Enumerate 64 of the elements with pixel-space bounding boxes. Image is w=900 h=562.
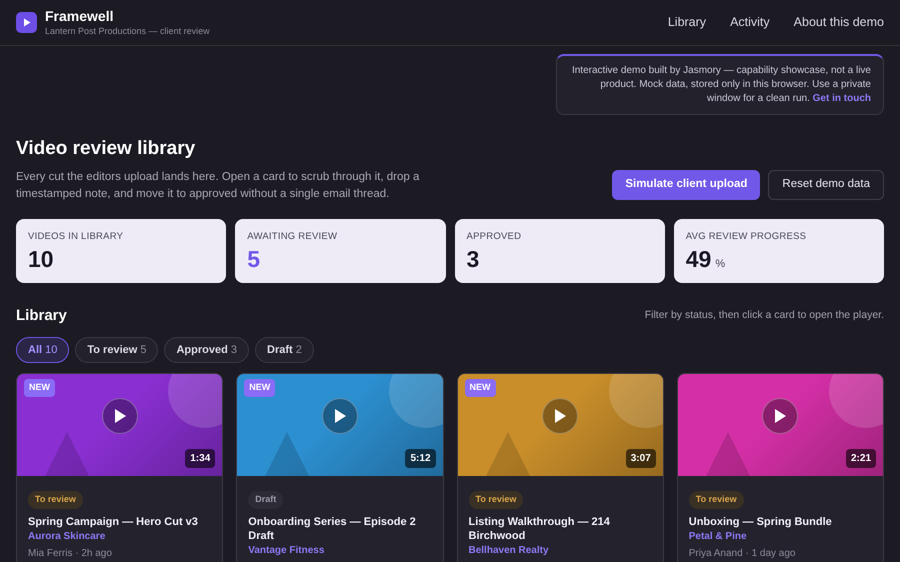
stat-label: AVG REVIEW PROGRESS xyxy=(686,230,808,244)
play-button[interactable] xyxy=(762,398,798,434)
nav-link[interactable]: Library xyxy=(668,13,706,32)
duration-label: 2:21 xyxy=(846,449,876,468)
play-logo-icon xyxy=(16,12,37,33)
uploader-meta: Priya Anand · 1 day ago xyxy=(688,547,796,560)
client-name: Aurora Skincare xyxy=(28,530,106,544)
new-badge: NEW xyxy=(464,379,496,397)
app-name: Framewell xyxy=(45,8,114,26)
client-name: Bellhaven Realty xyxy=(468,544,550,558)
status-badge: To review xyxy=(468,491,524,509)
triangle-shape xyxy=(265,432,310,476)
triangle-shape xyxy=(706,432,750,476)
stat-value: 5 xyxy=(247,245,260,274)
filter-chip[interactable]: All 10 xyxy=(16,337,70,364)
client-name: Petal & Pine xyxy=(688,530,748,544)
new-badge: NEW xyxy=(244,379,276,397)
filter-chip[interactable]: To review 5 xyxy=(75,337,158,364)
page-title: Video review library xyxy=(16,137,196,161)
triangle-shape xyxy=(45,432,89,476)
video-card[interactable]: 2:21 To review Unboxing — Spring Bundle Petal & Pine Priya Anand · 1 day ago xyxy=(676,373,884,562)
stat-value: 49 xyxy=(686,245,712,274)
upload-button[interactable]: Simulate client upload xyxy=(612,170,760,200)
duration-label: 5:12 xyxy=(405,449,436,468)
get-in-touch-link[interactable]: Get in touch xyxy=(812,93,871,104)
reset-button[interactable]: Reset demo data xyxy=(768,170,884,200)
nav-link[interactable]: Activity xyxy=(730,13,770,32)
page-description: Every cut the editors upload lands here. Open a card to scrub through it, drop a timestamped note, and move it to approved without a single email thread. xyxy=(16,170,420,202)
new-badge: NEW xyxy=(24,379,55,397)
library-heading: Library xyxy=(16,306,67,326)
play-icon xyxy=(334,409,346,424)
stat-unit: % xyxy=(715,257,726,272)
app-subtitle: Lantern Post Productions — client review xyxy=(45,26,210,37)
uploader-meta: Mia Ferris · 2h ago xyxy=(28,547,113,560)
play-button[interactable] xyxy=(322,398,358,434)
status-badge: To review xyxy=(688,491,744,509)
stat-label: APPROVED xyxy=(466,230,522,244)
filter-chip[interactable]: Draft 2 xyxy=(255,337,314,364)
filter-chip[interactable]: Approved 3 xyxy=(164,337,250,364)
duration-label: 1:34 xyxy=(185,449,216,468)
triangle-shape xyxy=(486,432,530,476)
video-title: Listing Walkthrough — 214 Birchwood xyxy=(468,515,611,544)
stat-label: AWAITING REVIEW xyxy=(247,230,338,244)
play-icon xyxy=(774,409,786,424)
play-button[interactable] xyxy=(102,398,138,434)
library-hint: Filter by status, then click a card to open the player. xyxy=(644,308,884,324)
video-card[interactable]: NEW 3:07 To review Listing Walkthrough — 214 Birchwood Bellhaven Realty xyxy=(456,373,664,562)
status-badge: Draft xyxy=(248,491,284,509)
play-icon xyxy=(114,409,126,424)
video-title: Spring Campaign — Hero Cut v3 xyxy=(28,515,199,530)
nav-link[interactable]: About this demo xyxy=(794,13,884,32)
demo-notice: Interactive demo built by Jasmory — capability showcase, not a live product. Mock data, stored only in this browser. Use a private window for a clean run. Get in touch xyxy=(556,54,884,115)
status-badge: To review xyxy=(28,491,83,509)
duration-label: 3:07 xyxy=(626,449,656,468)
play-icon xyxy=(554,409,566,424)
stat-value: 10 xyxy=(28,245,54,274)
video-title: Unboxing — Spring Bundle xyxy=(688,515,833,530)
stat-value: 3 xyxy=(466,245,480,274)
video-card[interactable]: NEW 1:34 To review Spring Campaign — Hero Cut v3 Aurora Skincare Mia Ferris · 2h ago xyxy=(16,373,224,562)
stat-label: VIDEOS IN LIBRARY xyxy=(28,230,124,244)
client-name: Vantage Fitness xyxy=(248,544,326,558)
video-title: Onboarding Series — Episode 2 Draft xyxy=(248,515,417,544)
play-button[interactable] xyxy=(542,398,578,434)
video-card[interactable]: NEW 5:12 Draft Onboarding Series — Episode 2 Draft Vantage Fitness xyxy=(236,373,444,562)
